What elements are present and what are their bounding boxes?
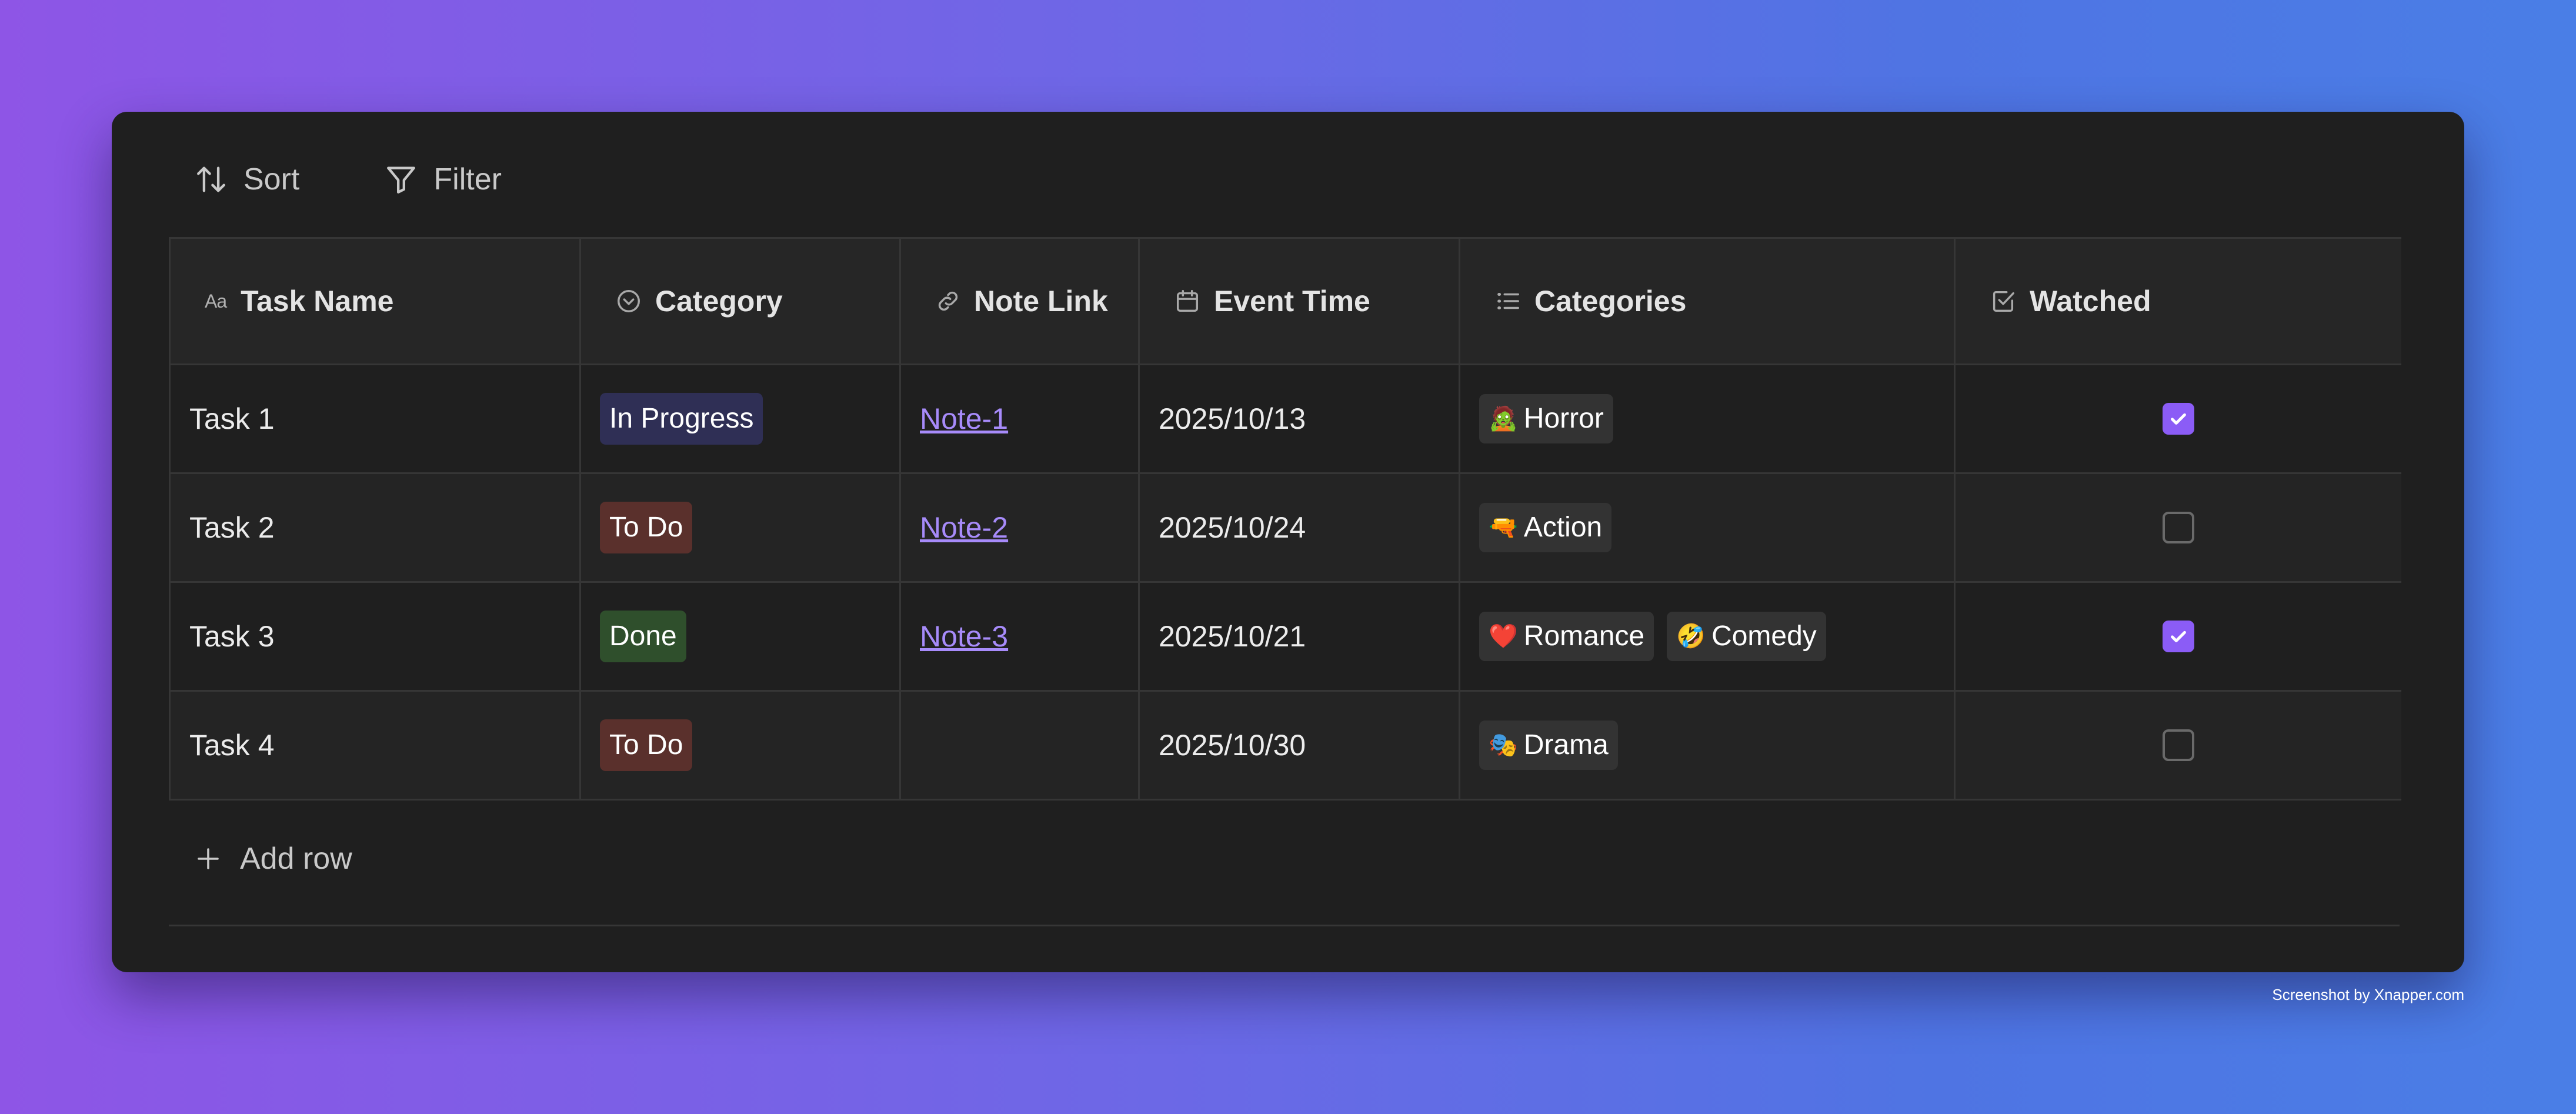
category-tag: 🎭 Drama <box>1479 721 1618 770</box>
watched-cell <box>1956 365 2401 472</box>
watched-checkbox[interactable] <box>2163 403 2194 435</box>
watched-cell <box>1956 474 2401 581</box>
category-cell[interactable]: Done <box>581 583 901 690</box>
tag-label: Horror <box>1523 403 1604 434</box>
checkmark-icon <box>2171 413 2186 425</box>
column-label: Event Time <box>1214 285 1370 318</box>
checkmark-icon <box>2171 631 2186 642</box>
link-icon <box>935 288 961 314</box>
toolbar: Sort Filter <box>194 147 502 212</box>
event-time-cell[interactable]: 2025/10/30 <box>1140 692 1460 799</box>
table-header-row: Aa Task Name Category Note Link Event Ti… <box>171 239 2401 365</box>
column-header-event-time[interactable]: Event Time <box>1140 239 1460 363</box>
watched-cell <box>1956 583 2401 690</box>
filter-button[interactable]: Filter <box>384 162 502 197</box>
note-link[interactable]: Note-1 <box>920 402 1008 436</box>
calendar-icon <box>1174 288 1201 315</box>
filter-label: Filter <box>433 162 502 196</box>
column-header-category[interactable]: Category <box>581 239 901 363</box>
sort-icon <box>197 166 225 192</box>
column-header-note-link[interactable]: Note Link <box>901 239 1140 363</box>
sort-button[interactable]: Sort <box>194 162 299 197</box>
task-name: Task 2 <box>189 511 275 544</box>
column-label: Categories <box>1534 285 1687 318</box>
column-label: Watched <box>2030 285 2151 318</box>
filter-icon <box>387 166 416 194</box>
category-tag: 🔫 Action <box>1479 503 1612 552</box>
select-chevron-icon <box>615 288 642 315</box>
table-row: Task 3 Done Note-3 2025/10/21 ❤️ Romance… <box>171 583 2401 692</box>
add-row-label: Add row <box>240 842 352 876</box>
heart-icon: ❤️ <box>1489 623 1518 649</box>
theater-masks-icon: 🎭 <box>1489 732 1518 758</box>
column-label: Category <box>655 285 783 318</box>
note-link[interactable]: Note-2 <box>920 511 1008 545</box>
text-type-icon: Aa <box>205 290 227 312</box>
database-window: Sort Filter Aa Task Name Category Note L… <box>112 112 2464 972</box>
category-cell[interactable]: To Do <box>581 474 901 581</box>
category-tag: 🧟 Horror <box>1479 394 1613 443</box>
event-time-cell[interactable]: 2025/10/21 <box>1140 583 1460 690</box>
categories-cell[interactable]: 🧟 Horror <box>1460 365 1956 472</box>
table-row: Task 4 To Do 2025/10/30 🎭 Drama <box>171 692 2401 801</box>
watched-cell <box>1956 692 2401 799</box>
categories-cell[interactable]: 🎭 Drama <box>1460 692 1956 799</box>
column-header-task-name[interactable]: Aa Task Name <box>171 239 581 363</box>
status-badge: In Progress <box>600 393 763 445</box>
status-badge: Done <box>600 611 686 662</box>
event-time: 2025/10/24 <box>1159 511 1306 544</box>
checkbox-icon <box>1990 288 2017 315</box>
list-icon <box>1494 288 1521 315</box>
category-cell[interactable]: To Do <box>581 692 901 799</box>
tag-label: Action <box>1523 512 1603 543</box>
note-link-cell: Note-3 <box>901 583 1140 690</box>
event-time: 2025/10/30 <box>1159 729 1306 762</box>
category-cell[interactable]: In Progress <box>581 365 901 472</box>
note-link[interactable]: Note-3 <box>920 619 1008 653</box>
column-header-categories[interactable]: Categories <box>1460 239 1956 363</box>
task-name: Task 1 <box>189 402 275 435</box>
tag-label: Drama <box>1523 729 1609 761</box>
event-time: 2025/10/13 <box>1159 402 1306 435</box>
categories-cell[interactable]: 🔫 Action <box>1460 474 1956 581</box>
watched-checkbox[interactable] <box>2163 729 2194 761</box>
task-name-cell[interactable]: Task 1 <box>171 365 581 472</box>
divider <box>169 925 2400 926</box>
zombie-icon: 🧟 <box>1489 406 1518 432</box>
category-tag: 🤣 Comedy <box>1667 612 1826 661</box>
tag-label: Romance <box>1523 621 1645 652</box>
add-row-button[interactable]: Add row <box>194 829 352 888</box>
screenshot-credit: Screenshot by Xnapper.com <box>2272 986 2464 1003</box>
table-row: Task 1 In Progress Note-1 2025/10/13 🧟 H… <box>171 365 2401 474</box>
sort-label: Sort <box>243 162 300 196</box>
task-name: Task 3 <box>189 620 275 653</box>
table-row: Task 2 To Do Note-2 2025/10/24 🔫 Action <box>171 474 2401 583</box>
watched-checkbox[interactable] <box>2163 621 2194 652</box>
laughing-face-icon: 🤣 <box>1676 623 1706 649</box>
category-tag: ❤️ Romance <box>1479 612 1654 661</box>
status-badge: To Do <box>600 502 693 553</box>
column-header-watched[interactable]: Watched <box>1956 239 2401 363</box>
status-badge: To Do <box>600 719 693 771</box>
event-time: 2025/10/21 <box>1159 620 1306 653</box>
task-name: Task 4 <box>189 729 275 762</box>
categories-cell[interactable]: ❤️ Romance 🤣 Comedy <box>1460 583 1956 690</box>
task-name-cell[interactable]: Task 2 <box>171 474 581 581</box>
column-label: Note Link <box>974 285 1108 318</box>
note-link-cell: Note-2 <box>901 474 1140 581</box>
event-time-cell[interactable]: 2025/10/13 <box>1140 365 1460 472</box>
note-link-cell: Note-1 <box>901 365 1140 472</box>
data-table: Aa Task Name Category Note Link Event Ti… <box>169 237 2401 801</box>
tag-label: Comedy <box>1711 621 1817 652</box>
column-label: Task Name <box>241 285 394 318</box>
task-name-cell[interactable]: Task 3 <box>171 583 581 690</box>
task-name-cell[interactable]: Task 4 <box>171 692 581 799</box>
watched-checkbox[interactable] <box>2163 512 2194 543</box>
water-pistol-icon: 🔫 <box>1489 515 1518 541</box>
event-time-cell[interactable]: 2025/10/24 <box>1140 474 1460 581</box>
plus-icon <box>198 848 219 869</box>
note-link-cell[interactable] <box>901 692 1140 799</box>
